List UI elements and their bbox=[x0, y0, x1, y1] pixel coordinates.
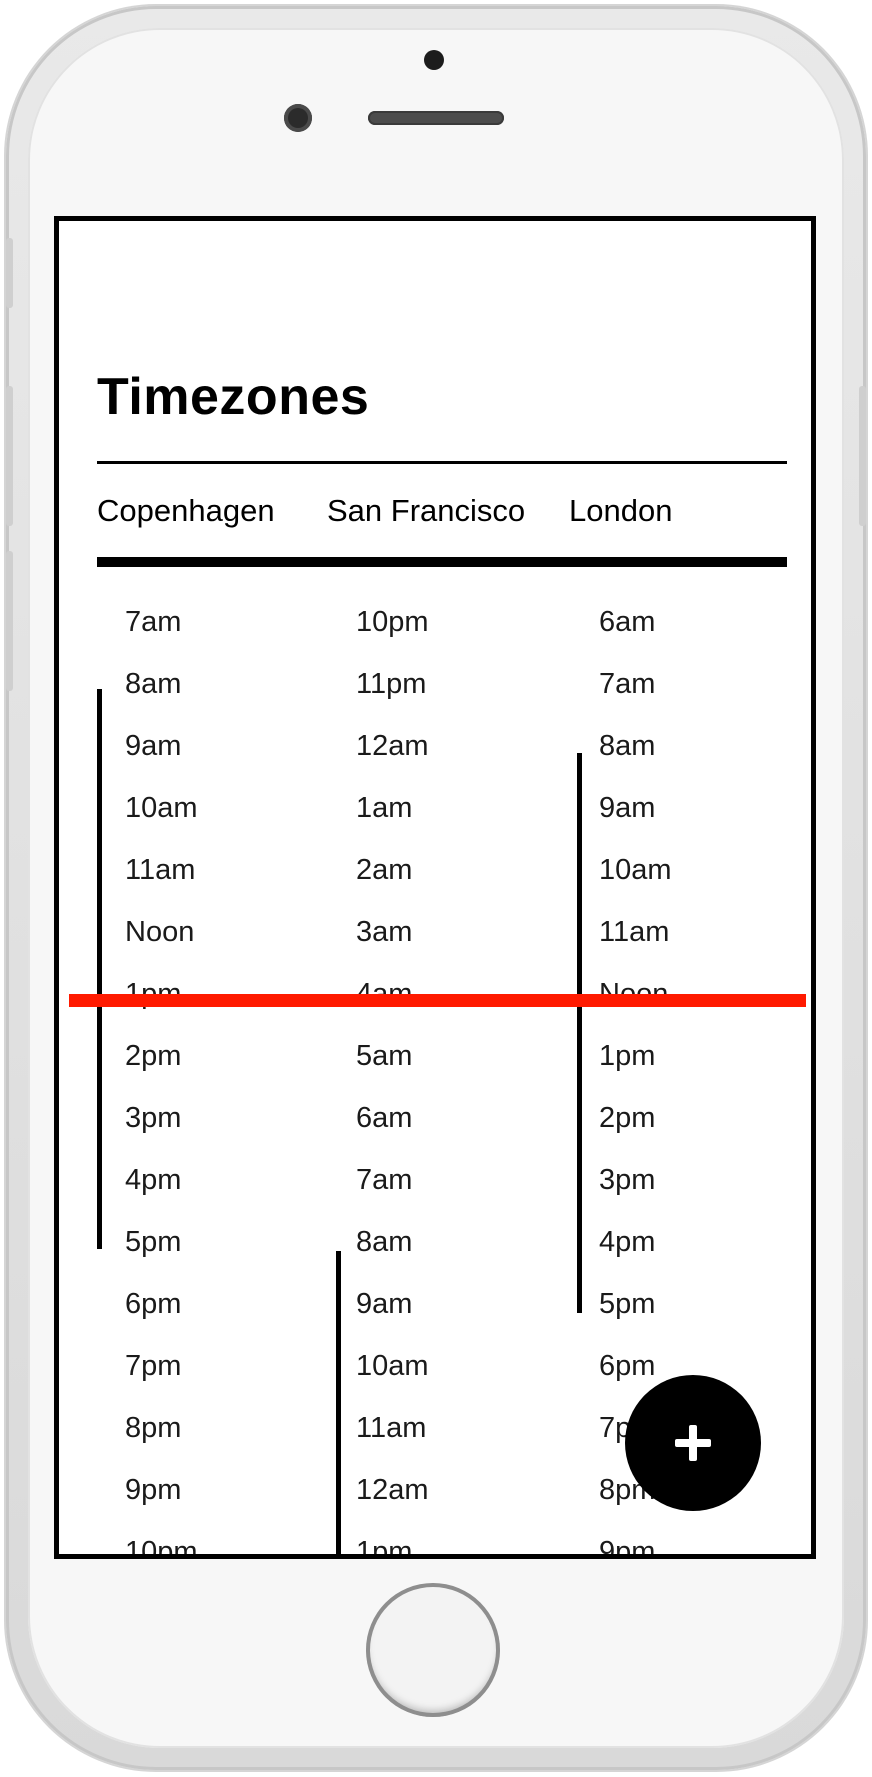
hour-label: 12am bbox=[356, 1474, 429, 1506]
hour-label: 4pm bbox=[125, 1164, 182, 1196]
hour-label: 10am bbox=[125, 792, 198, 824]
hour-label: 2am bbox=[356, 854, 413, 886]
home-button[interactable] bbox=[366, 1583, 500, 1717]
hour-label: 8pm bbox=[125, 1412, 182, 1444]
hour-label: 5am bbox=[356, 1040, 413, 1072]
title-divider bbox=[97, 461, 787, 464]
hour-label: 11am bbox=[356, 1412, 427, 1444]
hour-label: 6am bbox=[599, 606, 656, 638]
header-divider bbox=[97, 557, 787, 567]
hour-label: 6am bbox=[356, 1102, 413, 1134]
hour-label: 10am bbox=[356, 1350, 429, 1382]
hour-label: 1pm bbox=[356, 1536, 413, 1559]
hour-label: 9am bbox=[356, 1288, 413, 1320]
front-camera bbox=[284, 104, 312, 132]
volume-up-button bbox=[6, 386, 13, 526]
hour-label: 10pm bbox=[356, 606, 429, 638]
hour-label: 9am bbox=[599, 792, 656, 824]
hour-label: 3pm bbox=[125, 1102, 182, 1134]
hour-label: Noon bbox=[125, 916, 195, 948]
page-title: Timezones bbox=[97, 368, 370, 426]
city-header-san-francisco[interactable]: San Francisco bbox=[327, 493, 525, 529]
hour-label: 10pm bbox=[125, 1536, 198, 1559]
hour-label: 9pm bbox=[599, 1536, 656, 1559]
working-hours-bar-copenhagen bbox=[97, 689, 102, 1249]
hour-label: 12am bbox=[356, 730, 429, 762]
hours-column-san-francisco: 10pm11pm12am1am2am3am4am5am6am7am8am9am1… bbox=[356, 591, 429, 1559]
add-timezone-button[interactable] bbox=[625, 1375, 761, 1511]
plus-icon bbox=[675, 1425, 711, 1461]
hour-label: 2pm bbox=[599, 1102, 656, 1134]
hour-label: 1am bbox=[356, 792, 413, 824]
power-button bbox=[859, 386, 866, 526]
hour-label: 9am bbox=[125, 730, 182, 762]
working-hours-bar-san-francisco bbox=[336, 1251, 341, 1554]
city-header-london[interactable]: London bbox=[569, 493, 672, 529]
hour-label: 11pm bbox=[356, 668, 427, 700]
hours-column-copenhagen: 7am8am9am10am11amNoon1pm2pm3pm4pm5pm6pm7… bbox=[125, 591, 198, 1559]
hour-label: 1pm bbox=[599, 1040, 656, 1072]
volume-down-button bbox=[6, 551, 13, 691]
hour-label: 8am bbox=[125, 668, 182, 700]
current-time-line bbox=[69, 994, 806, 1007]
hour-label: 8am bbox=[599, 730, 656, 762]
hour-label: 8am bbox=[356, 1226, 413, 1258]
hour-label: 5pm bbox=[125, 1226, 182, 1258]
hour-label: 7pm bbox=[125, 1350, 182, 1382]
hour-label: 7am bbox=[356, 1164, 413, 1196]
working-hours-bar-london bbox=[577, 753, 582, 1313]
hour-label: 10am bbox=[599, 854, 672, 886]
hour-label: 7am bbox=[125, 606, 182, 638]
hour-label: 11am bbox=[599, 916, 670, 948]
mute-switch bbox=[6, 238, 13, 308]
hour-label: 9pm bbox=[125, 1474, 182, 1506]
hour-label: 2pm bbox=[125, 1040, 182, 1072]
hour-label: 11am bbox=[125, 854, 196, 886]
hour-label: 3pm bbox=[599, 1164, 656, 1196]
proximity-sensor bbox=[424, 50, 444, 70]
app-screen: Timezones Copenhagen San Francisco Londo… bbox=[54, 216, 816, 1559]
hour-label: 4pm bbox=[599, 1226, 656, 1258]
hour-label: 3am bbox=[356, 916, 413, 948]
hour-label: 7am bbox=[599, 668, 656, 700]
hour-label: 6pm bbox=[125, 1288, 182, 1320]
earpiece-speaker bbox=[368, 111, 504, 125]
city-header-copenhagen[interactable]: Copenhagen bbox=[97, 493, 275, 529]
hour-label: 5pm bbox=[599, 1288, 656, 1320]
